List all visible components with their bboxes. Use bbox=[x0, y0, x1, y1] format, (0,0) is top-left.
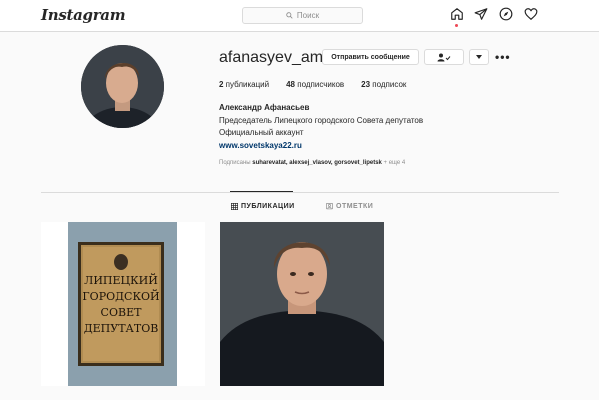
following-status-button[interactable] bbox=[424, 49, 464, 65]
person-check-icon bbox=[437, 53, 451, 61]
profile-full-name: Александр Афанасьев bbox=[219, 103, 310, 112]
posts-label: публикаций bbox=[223, 80, 270, 89]
post-thumbnail[interactable]: ЛИПЕЦКИЙ ГОРОДСКОЙ СОВЕТ ДЕПУТАТОВ bbox=[41, 222, 205, 386]
profile-divider bbox=[41, 192, 559, 193]
bio-line-2: Официальный аккаунт bbox=[219, 128, 304, 137]
sign-line-2: ГОРОДСКОЙ bbox=[82, 289, 159, 303]
home-icon[interactable] bbox=[450, 7, 464, 21]
portrait-photo bbox=[220, 222, 384, 386]
tab-tagged-label: ОТМЕТКИ bbox=[336, 203, 374, 210]
tagged-icon bbox=[326, 203, 333, 210]
more-options-button[interactable]: ••• bbox=[495, 50, 511, 64]
sign-line-1: ЛИПЕЦКИЙ bbox=[84, 273, 158, 287]
tab-tagged[interactable]: ОТМЕТКИ bbox=[326, 203, 373, 210]
top-navigation-bar: Instagram Поиск bbox=[0, 0, 599, 32]
profile-stats: 2 публикаций 48 подписчиков 23 подписок bbox=[219, 80, 406, 89]
activity-heart-icon[interactable] bbox=[524, 7, 538, 21]
following-count: 23 bbox=[361, 80, 371, 89]
profile-username: afanasyev_am bbox=[219, 49, 324, 66]
instagram-logo[interactable]: Instagram bbox=[41, 6, 126, 24]
search-icon bbox=[286, 12, 293, 19]
send-message-button[interactable]: Отправить сообщение bbox=[322, 49, 419, 65]
followed-by-text[interactable]: Подписаны suharevatat, alexsej_vlasov, g… bbox=[219, 160, 405, 166]
followers-count: 48 bbox=[286, 80, 296, 89]
sign-line-4: ДЕПУТАТОВ bbox=[84, 322, 159, 335]
profile-bio: Александр Афанасьев Председатель Липецко… bbox=[219, 102, 423, 152]
post-thumbnail[interactable] bbox=[220, 222, 384, 386]
following-stat[interactable]: 23 подписок bbox=[361, 80, 406, 89]
tab-posts[interactable]: ПУБЛИКАЦИИ bbox=[231, 203, 295, 210]
posts-stat[interactable]: 2 публикаций bbox=[219, 80, 269, 89]
bio-line-1: Председатель Липецкого городского Совета… bbox=[219, 115, 424, 125]
sign-line-3: СОВЕТ bbox=[101, 306, 143, 319]
search-input[interactable]: Поиск bbox=[242, 7, 363, 24]
active-tab-indicator bbox=[230, 191, 293, 192]
followers-stat[interactable]: 48 подписчиков bbox=[286, 80, 344, 89]
followers-label: подписчиков bbox=[295, 80, 345, 89]
following-label: подписок bbox=[370, 80, 407, 89]
profile-avatar[interactable] bbox=[81, 45, 164, 128]
caret-down-icon bbox=[476, 55, 482, 59]
followed-by-suffix: + еще 4 bbox=[381, 160, 406, 166]
suggestions-dropdown-button[interactable] bbox=[469, 49, 489, 65]
tab-posts-label: ПУБЛИКАЦИИ bbox=[241, 203, 295, 210]
bio-website-link[interactable]: www.sovetskaya22.ru bbox=[219, 140, 423, 153]
search-placeholder: Поиск bbox=[296, 11, 320, 20]
followed-by-users: suharevatat, alexsej_vlasov, gorsovet_li… bbox=[252, 160, 382, 166]
notification-dot bbox=[455, 24, 458, 27]
explore-icon[interactable] bbox=[499, 7, 513, 21]
grid-icon bbox=[231, 203, 238, 210]
direct-icon[interactable] bbox=[474, 7, 488, 21]
followed-by-prefix: Подписаны bbox=[219, 160, 253, 166]
